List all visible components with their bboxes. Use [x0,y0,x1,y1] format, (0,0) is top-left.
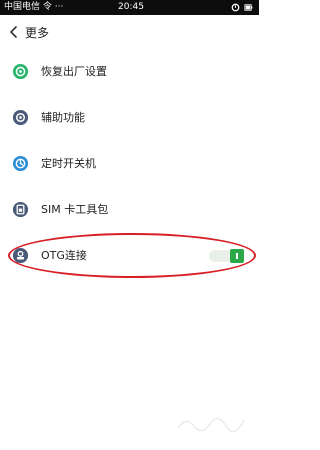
power-timer-icon [12,155,29,172]
settings-item-label: 辅助功能 [41,111,85,124]
settings-item-label: 定时开关机 [41,157,96,170]
otg-icon [12,247,29,264]
otg-toggle[interactable] [209,249,244,263]
sim-card-icon [12,201,29,218]
clock-time: 20:45 [118,2,144,12]
settings-item-label: 恢复出厂设置 [41,65,107,78]
toggle-thumb [230,249,244,263]
settings-item-accessibility[interactable]: 辅助功能 [0,94,259,140]
page-title: 更多 [25,26,50,40]
chevron-left-icon[interactable] [6,23,22,41]
accessibility-icon [12,109,29,126]
header-bar: 更多 [0,15,259,49]
watermark-graphic [177,417,245,433]
settings-item-sim-toolkit[interactable]: SIM 卡工具包 [0,186,259,232]
settings-item-label: OTG连接 [41,249,87,262]
settings-item-otg[interactable]: OTG连接 [0,232,259,278]
settings-item-label: SIM 卡工具包 [41,203,109,216]
settings-item-scheduled-power[interactable]: 定时开关机 [0,140,259,186]
restore-icon [12,63,29,80]
carrier-text: 中国电信 令 ··· [4,2,64,12]
alarm-icon [231,3,240,12]
battery-icon [244,4,253,11]
status-bar: 中国电信 令 ··· 20:45 [0,0,259,15]
settings-item-factory-reset[interactable]: 恢复出厂设置 [0,48,259,94]
